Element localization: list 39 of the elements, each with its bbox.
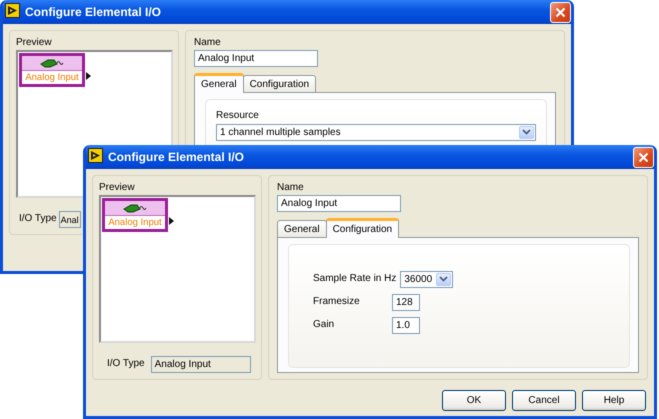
- io-type-label: I/O Type: [107, 358, 145, 369]
- dialog-button[interactable]: Cancel: [512, 390, 576, 411]
- dropdown[interactable]: 1 channel multiple samples: [216, 124, 536, 141]
- input-field[interactable]: 128: [392, 294, 420, 311]
- name-label: Name: [277, 182, 305, 193]
- name-field[interactable]: Analog Input: [194, 50, 318, 67]
- field-label: Sample Rate in Hz: [313, 273, 396, 284]
- dialog-button[interactable]: OK: [442, 390, 506, 411]
- window-title: Configure Elemental I/O: [108, 150, 246, 164]
- close-button[interactable]: [633, 146, 654, 168]
- close-icon: [555, 6, 566, 18]
- chip-icon: [40, 58, 64, 68]
- field-label: Resource: [216, 110, 260, 121]
- window-title: Configure Elemental I/O: [25, 5, 162, 19]
- name-field[interactable]: Analog Input: [277, 195, 401, 212]
- io-type-label: I/O Type: [19, 213, 57, 224]
- field-label: Gain: [313, 319, 336, 330]
- field-label: Framesize: [313, 296, 361, 307]
- node-label: Analog Input: [22, 70, 82, 84]
- input-field[interactable]: 1.0: [392, 317, 420, 334]
- dialog-button[interactable]: Help: [582, 390, 646, 411]
- preview-label: Preview: [16, 37, 53, 48]
- preview-label: Preview: [99, 182, 136, 193]
- dropdown[interactable]: 36000: [400, 271, 454, 288]
- app-icon: [5, 3, 20, 18]
- chip-icon: [123, 204, 147, 212]
- terminal-arrow-icon: [169, 217, 174, 225]
- tab[interactable]: General: [194, 73, 244, 93]
- terminal-arrow-icon: [86, 72, 91, 80]
- close-button[interactable]: [550, 2, 571, 22]
- app-icon: [88, 148, 103, 163]
- io-type-field: Analog Input: [150, 356, 251, 373]
- name-label: Name: [194, 37, 222, 48]
- node-label: Analog Input: [105, 215, 165, 229]
- close-icon: [638, 152, 649, 162]
- tab[interactable]: General: [277, 220, 327, 237]
- tab[interactable]: Configuration: [242, 75, 316, 92]
- tab[interactable]: Configuration: [326, 218, 400, 238]
- io-type-field: Anal: [58, 211, 81, 228]
